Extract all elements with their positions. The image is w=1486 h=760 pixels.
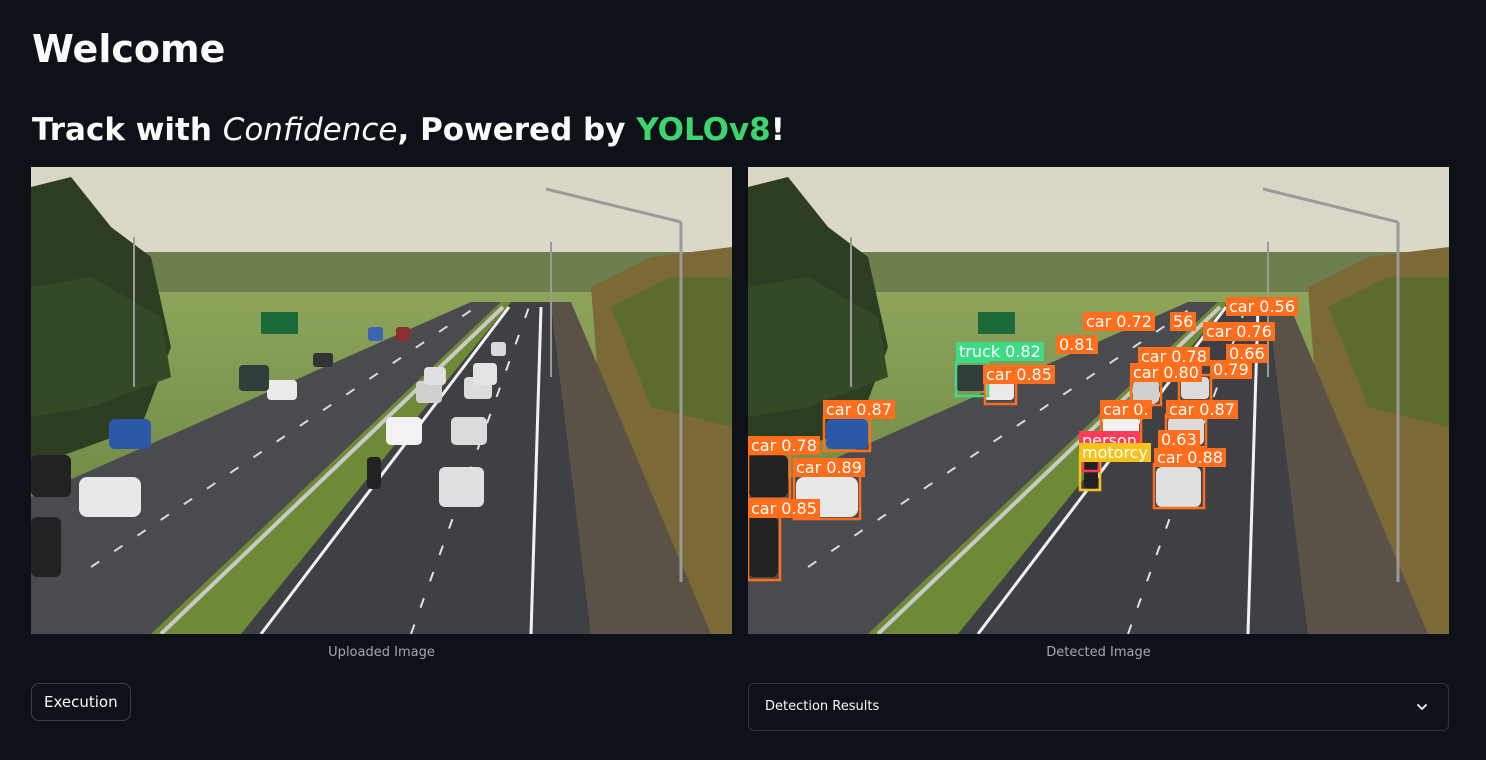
detection-label: car 0.87 (1166, 400, 1238, 419)
detection-label: car 0.76 (1203, 322, 1275, 341)
subtitle-mid: , Powered by (397, 112, 637, 148)
subtitle-prefix: Track with (32, 112, 223, 148)
subtitle-suffix: ! (770, 112, 785, 148)
detection-label: 0.81 (1056, 335, 1098, 354)
app-page: Welcome Track with Confidence, Powered b… (0, 0, 1486, 760)
detection-label: car 0.80 (1130, 363, 1202, 382)
detection-labels: car 0.56 car 0.72 56 car 0.76 truck 0.82… (748, 167, 1449, 634)
detection-label: 56 (1170, 312, 1197, 331)
detected-image: car 0.56 car 0.72 56 car 0.76 truck 0.82… (748, 167, 1449, 634)
detected-image-caption: Detected Image (1046, 645, 1151, 660)
detection-label: car 0. (1100, 400, 1152, 419)
detection-results-label: Detection Results (765, 699, 880, 714)
detection-label: car 0.89 (793, 458, 865, 477)
execution-button[interactable]: Execution (31, 683, 131, 721)
detection-label: car 0.72 (1083, 312, 1155, 331)
uploaded-highway-photo (31, 167, 732, 634)
detection-label: car 0.56 (1226, 297, 1298, 316)
page-subtitle: Track with Confidence, Powered by YOLOv8… (32, 108, 785, 152)
subtitle-emphasis: Confidence (222, 112, 398, 148)
detection-label: car 0.88 (1154, 448, 1226, 467)
detection-label: car 0.87 (823, 400, 895, 419)
uploaded-image-caption: Uploaded Image (328, 645, 435, 660)
detection-label: motorcy (1079, 443, 1151, 462)
chevron-down-icon (1417, 704, 1427, 710)
uploaded-image (31, 167, 732, 634)
subtitle-brand: YOLOv8 (636, 112, 771, 148)
detection-label: 0.63 (1158, 430, 1200, 449)
detection-label: car 0.78 (748, 436, 820, 455)
detection-results-expander[interactable]: Detection Results (748, 683, 1449, 731)
page-title: Welcome (32, 27, 226, 71)
detection-label: 0.79 (1210, 360, 1252, 379)
detection-label: truck 0.82 (956, 342, 1044, 361)
detection-label: car 0.85 (983, 365, 1055, 384)
detection-label: car 0.85 (748, 499, 820, 518)
